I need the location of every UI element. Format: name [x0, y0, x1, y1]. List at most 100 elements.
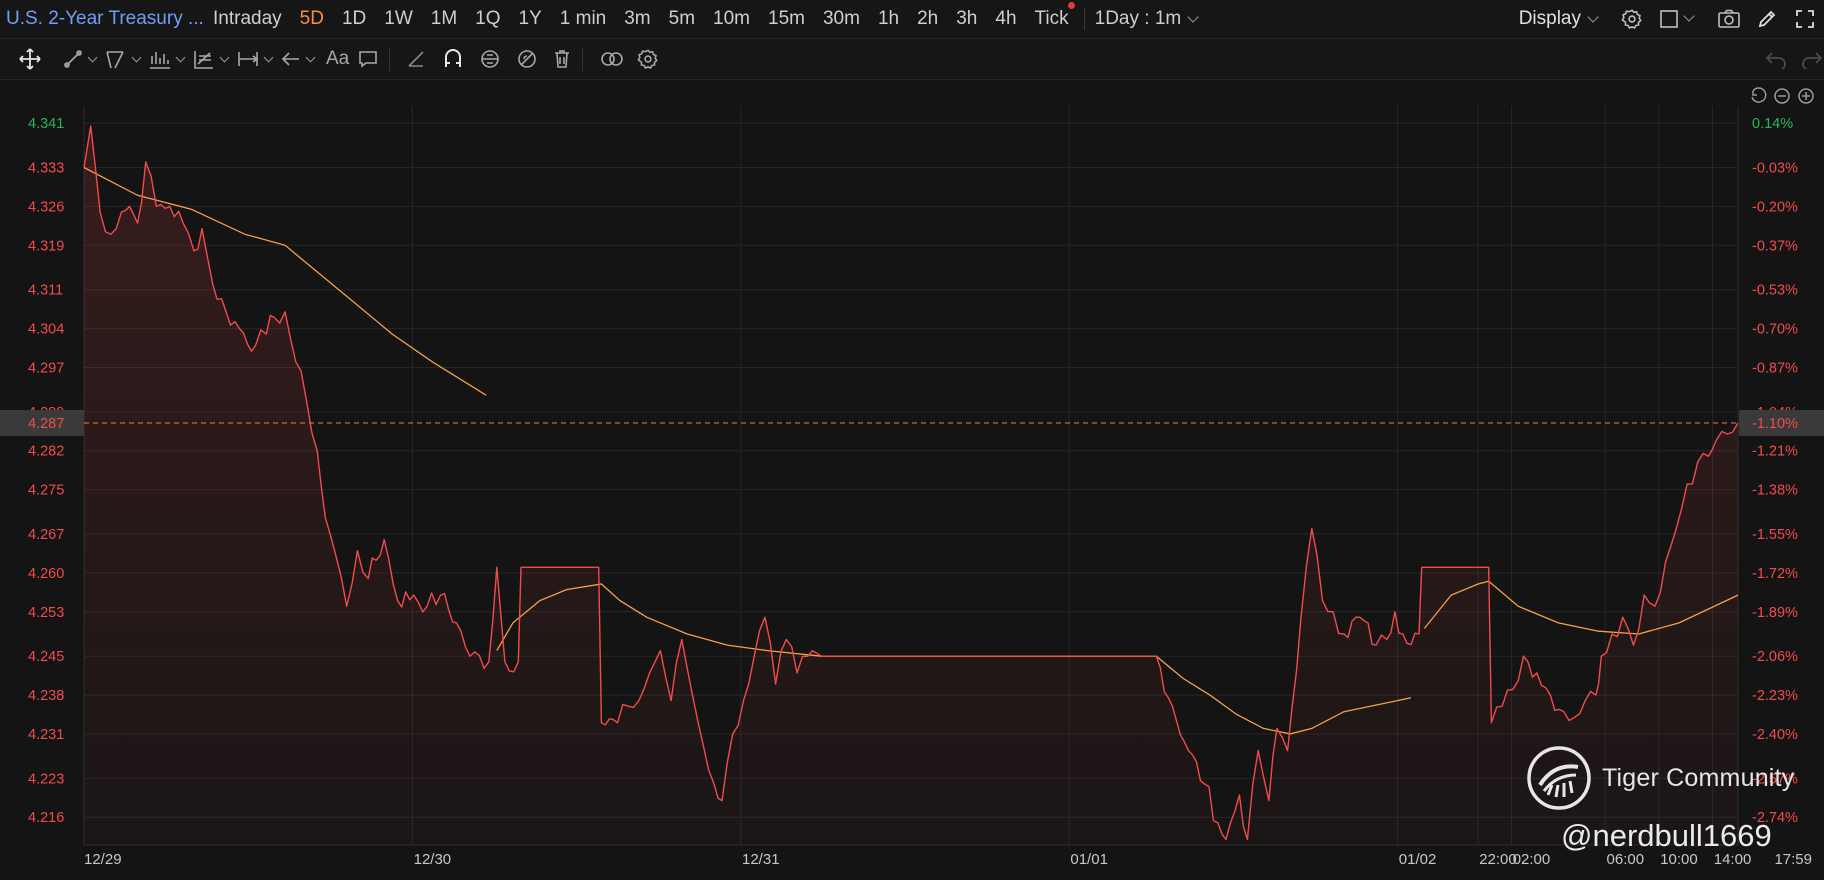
- timeframe-tab[interactable]: 5m: [669, 8, 695, 30]
- timeframe-tab[interactable]: Tick: [1035, 2, 1075, 30]
- pattern-tool[interactable]: [148, 44, 186, 74]
- reset-icon[interactable]: [1748, 86, 1768, 106]
- current-pct-label: -1.10%: [1752, 416, 1798, 432]
- chevron-down-icon: [175, 52, 186, 62]
- x-tick-label: 02:00: [1513, 851, 1551, 868]
- y-tick-label: 4.223: [28, 771, 64, 787]
- timeframe-tab[interactable]: 1W: [384, 8, 413, 30]
- y-tick-label: 4.304: [28, 322, 64, 338]
- timeframe-tab[interactable]: 10m: [713, 8, 750, 30]
- chevron-down-icon: [1187, 11, 1199, 23]
- zoom-in-icon[interactable]: [1796, 86, 1816, 106]
- y-tick-label-pct: -1.72%: [1752, 566, 1798, 582]
- link-icon[interactable]: [599, 44, 625, 74]
- text-tool[interactable]: Aa: [326, 44, 349, 74]
- undo-icon[interactable]: [1764, 44, 1788, 74]
- camera-icon[interactable]: [1715, 5, 1743, 33]
- timeframe-tab[interactable]: 2h: [917, 8, 938, 30]
- arrow-tool-icon: [281, 52, 299, 66]
- layout-select[interactable]: [1656, 5, 1696, 33]
- period-select-label: 1Day : 1m: [1094, 8, 1182, 29]
- fullscreen-icon[interactable]: [1791, 5, 1819, 33]
- current-price-label: 4.287: [28, 416, 64, 432]
- drawing-toolbar: Aa: [0, 39, 1824, 80]
- pencil-icon[interactable]: [406, 44, 426, 74]
- y-tick-label: 4.245: [28, 649, 64, 665]
- settings-icon[interactable]: [1618, 5, 1646, 33]
- x-tick-label: 12/29: [84, 851, 122, 868]
- hide-icon[interactable]: [516, 44, 538, 74]
- timeframe-tab[interactable]: 15m: [768, 8, 805, 30]
- line-tool-icon: [64, 50, 82, 68]
- timeframe-tab[interactable]: 1D: [342, 8, 366, 30]
- y-tick-label-pct: -2.40%: [1752, 727, 1798, 743]
- display-select[interactable]: Display: [1519, 8, 1599, 30]
- line-tool[interactable]: [62, 44, 98, 74]
- arrow-tool[interactable]: [280, 44, 316, 74]
- y-tick-label: 4.311: [28, 283, 63, 299]
- chevron-down-icon: [1683, 10, 1695, 22]
- y-tick-label: 4.253: [28, 605, 64, 621]
- price-area-fill: [84, 125, 1738, 845]
- zoom-out-icon[interactable]: [1772, 86, 1792, 106]
- y-tick-label-pct: -0.03%: [1752, 161, 1798, 177]
- timeframe-tab[interactable]: 4h: [995, 8, 1016, 30]
- y-tick-label-pct: -0.37%: [1752, 238, 1798, 254]
- divider: [1083, 8, 1085, 30]
- y-tick-label: 4.231: [28, 727, 64, 743]
- y-tick-label-pct: -2.23%: [1752, 688, 1798, 704]
- timeframe-tab[interactable]: 3h: [956, 8, 977, 30]
- zoom-controls: [1748, 86, 1816, 106]
- timeframe-tab[interactable]: 1M: [431, 8, 457, 30]
- watermark-handle: @nerdbull1669: [1561, 818, 1772, 853]
- pattern-tool-icon: [150, 52, 170, 69]
- y-tick-label-pct: -0.87%: [1752, 360, 1798, 376]
- timeframe-tab[interactable]: 30m: [823, 8, 860, 30]
- top-right-controls: Display: [1519, 0, 1824, 38]
- lock-icon[interactable]: [478, 44, 502, 74]
- timeframe-tab[interactable]: Intraday: [213, 8, 282, 30]
- y-tick-label-pct: -1.21%: [1752, 444, 1798, 460]
- move-icon[interactable]: [18, 44, 42, 74]
- timeframe-tab[interactable]: 1Y: [519, 8, 542, 30]
- fib-tool-icon: [194, 51, 213, 69]
- y-tick-label: 4.216: [28, 810, 64, 826]
- redo-icon[interactable]: [1800, 44, 1824, 74]
- y-tick-label-pct: -1.38%: [1752, 483, 1798, 499]
- settings-icon[interactable]: [637, 44, 659, 74]
- live-dot: [1067, 2, 1075, 9]
- y-tick-label-pct: -1.55%: [1752, 527, 1798, 543]
- chevron-down-icon: [131, 52, 142, 62]
- instrument-title[interactable]: U.S. 2-Year Treasury ...: [0, 8, 204, 30]
- period-select[interactable]: 1Day : 1m: [1094, 8, 1199, 30]
- y-tick-label: 4.326: [28, 199, 64, 215]
- timeframe-tab[interactable]: 5D: [300, 8, 324, 30]
- x-tick-label: 22:00: [1479, 851, 1517, 868]
- chevron-down-icon: [87, 52, 98, 62]
- trash-icon[interactable]: [552, 44, 572, 74]
- tiger-logo-icon: [1527, 746, 1591, 810]
- y-tick-label: 4.341: [28, 116, 64, 132]
- timeframe-list: Intraday 5D 1D 1W 1M 1Q 1Y 1 min 3m 5m 10m 15m 30m 1h…: [204, 2, 1078, 30]
- pen-icon[interactable]: [1753, 5, 1781, 33]
- measure-tool-icon: [238, 52, 259, 66]
- y-tick-label: 4.238: [28, 688, 64, 704]
- x-axis: 12/29 12/30 12/31 01/01 01/02 22:0002:00 06:00…: [84, 851, 1812, 868]
- channel-tool[interactable]: [104, 44, 142, 74]
- chevron-down-icon: [219, 52, 230, 62]
- measure-tool[interactable]: [236, 44, 274, 74]
- timeframe-tab[interactable]: 1Q: [475, 8, 500, 30]
- y-tick-label-pct: -2.06%: [1752, 649, 1798, 665]
- comment-icon[interactable]: [357, 44, 379, 74]
- magnet-icon[interactable]: [442, 44, 464, 74]
- y-tick-label-pct: -1.89%: [1752, 605, 1798, 621]
- timeframe-tab[interactable]: 3m: [624, 8, 650, 30]
- timeframe-tab[interactable]: 1 min: [560, 8, 606, 30]
- fib-tool[interactable]: [192, 44, 230, 74]
- timeframe-tab[interactable]: 1h: [878, 8, 899, 30]
- watermark: Tiger Community: [1526, 745, 1794, 811]
- y-tick-label-pct: -0.70%: [1752, 322, 1798, 338]
- x-tick-label: 01/02: [1399, 851, 1437, 868]
- divider: [389, 47, 391, 71]
- y-tick-label: 4.333: [28, 161, 64, 177]
